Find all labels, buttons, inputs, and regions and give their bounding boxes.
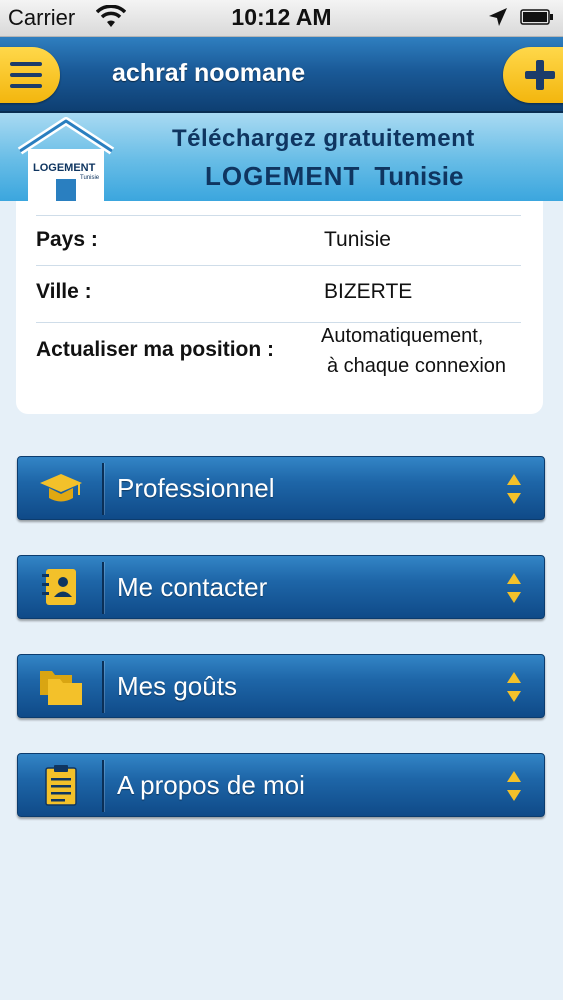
divider <box>36 265 521 266</box>
update-position-label: Actualiser ma position : <box>36 338 275 361</box>
section-professionnel[interactable]: Professionnel <box>17 456 545 520</box>
section-label: Me contacter <box>117 572 268 602</box>
banner-country: Tunisie <box>374 161 464 191</box>
menu-button[interactable] <box>0 47 60 103</box>
logement-logo: LOGEMENT Tunisie <box>17 117 115 201</box>
expand-arrows-icon <box>507 474 521 504</box>
divider <box>36 215 521 216</box>
expand-arrows-icon <box>507 573 521 603</box>
section-me-contacter[interactable]: Me contacter <box>17 555 545 619</box>
expand-arrows-icon <box>507 672 521 702</box>
divider <box>102 463 104 515</box>
profile-info-card: Pays : Tunisie Ville : BIZERTE Actualise… <box>16 201 543 414</box>
add-button[interactable] <box>503 47 563 103</box>
divider <box>102 562 104 614</box>
country-label: Pays : <box>36 228 98 251</box>
section-mes-gouts[interactable]: Mes goûts <box>17 654 545 718</box>
svg-text:Tunisie: Tunisie <box>80 175 100 181</box>
city-value: BIZERTE <box>324 280 413 303</box>
status-bar: Carrier 10:12 AM <box>0 0 563 37</box>
svg-text:LOGEMENT: LOGEMENT <box>33 162 96 174</box>
graduation-cap-icon <box>40 474 82 502</box>
country-value: Tunisie <box>324 228 391 251</box>
divider <box>102 760 104 812</box>
section-label: Professionnel <box>117 473 275 503</box>
folders-icon <box>40 671 82 705</box>
section-label: A propos de moi <box>117 770 305 800</box>
promo-banner[interactable]: LOGEMENT Tunisie Téléchargez gratuitemen… <box>0 113 563 201</box>
update-position-value: Automatiquement, à chaque connexion <box>321 325 507 377</box>
page-title: achraf noomane <box>112 59 306 87</box>
city-label: Ville : <box>36 280 92 303</box>
navigation-bar: achraf noomane <box>0 37 563 113</box>
plus-icon <box>525 60 555 90</box>
address-book-icon <box>42 569 76 605</box>
section-a-propos-de-moi[interactable]: A propos de moi <box>17 753 545 817</box>
battery-icon <box>520 9 553 25</box>
banner-brand: LOGEMENT <box>205 161 361 191</box>
banner-headline: Téléchargez gratuitement <box>172 125 475 152</box>
location-arrow-icon <box>489 8 507 26</box>
clock: 10:12 AM <box>231 4 332 30</box>
clipboard-icon <box>45 765 77 806</box>
section-label: Mes goûts <box>117 671 237 701</box>
divider <box>102 661 104 713</box>
banner-brand-line: LOGEMENT Tunisie <box>205 161 463 192</box>
expand-arrows-icon <box>507 771 521 801</box>
